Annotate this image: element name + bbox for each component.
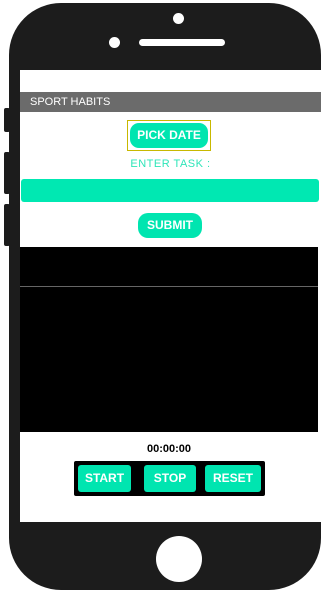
task-list — [20, 247, 318, 432]
pick-date-focus-ring: PICK DATE — [127, 120, 211, 151]
mute-switch — [4, 108, 10, 132]
sensor-icon — [109, 37, 120, 48]
reset-button[interactable]: RESET — [205, 465, 261, 492]
volume-up-button — [4, 152, 10, 194]
timer-display: 00:00:00 — [146, 443, 192, 455]
camera-icon — [173, 13, 184, 24]
app-screen: SPORT HABITS PICK DATE ENTER TASK : SUBM… — [20, 70, 321, 522]
app-title: SPORT HABITS — [20, 92, 321, 112]
pick-date-button[interactable]: PICK DATE — [130, 123, 208, 148]
enter-task-label: ENTER TASK : — [130, 158, 211, 170]
stop-button[interactable]: STOP — [144, 465, 196, 492]
task-input[interactable] — [21, 179, 319, 202]
list-divider — [20, 286, 318, 287]
start-button[interactable]: START — [78, 465, 131, 492]
speaker-icon — [139, 39, 225, 46]
home-button[interactable] — [156, 536, 202, 582]
timer-controls: START STOP RESET — [74, 461, 265, 496]
volume-down-button — [4, 204, 10, 246]
submit-button[interactable]: SUBMIT — [138, 213, 202, 238]
